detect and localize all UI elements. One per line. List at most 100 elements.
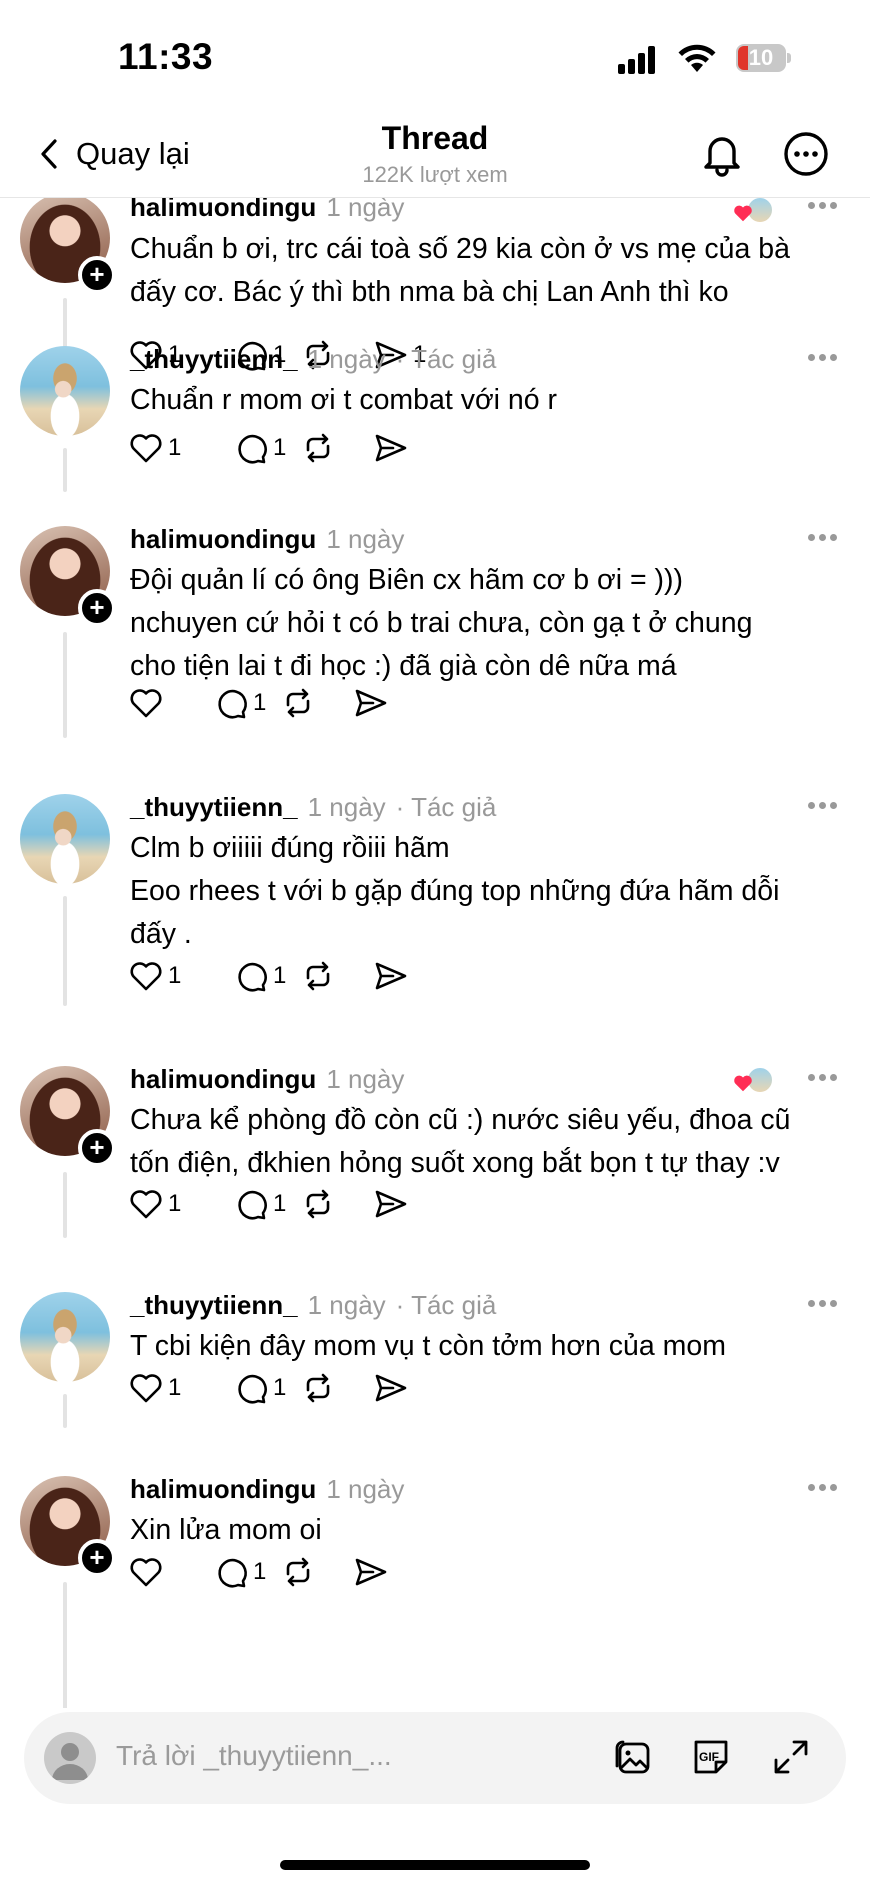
- post-text-line: T cbi kiện đây mom vụ t còn tởm hơn của …: [130, 1330, 726, 1362]
- like-button[interactable]: [128, 1552, 168, 1592]
- username[interactable]: halimuondingu: [130, 198, 316, 223]
- follow-button[interactable]: +: [78, 1129, 116, 1167]
- like-button[interactable]: 1: [128, 428, 181, 468]
- follow-button[interactable]: +: [78, 256, 116, 294]
- user-avatar-icon: [44, 1732, 96, 1784]
- repost-icon: [306, 1373, 330, 1403]
- username[interactable]: _thuyytiienn_: [130, 1290, 298, 1321]
- thread-header: Quay lại Thread 122K lượt xem: [0, 110, 870, 198]
- reply-count: 1: [273, 434, 287, 461]
- author-tag: · Tác giả: [395, 344, 497, 374]
- like-button[interactable]: 1: [128, 1184, 181, 1224]
- thread-connector: [63, 1394, 67, 1428]
- more-icon[interactable]: [808, 354, 838, 364]
- reply-button[interactable]: 1: [233, 1368, 286, 1408]
- reply-post: _thuyytiienn_ 1 ngày · Tác giả Clm b ơii…: [0, 776, 870, 1011]
- username[interactable]: halimuondingu: [130, 1474, 316, 1505]
- thread-connector: [63, 896, 67, 1006]
- thread-connector: [63, 1172, 67, 1238]
- post-text: Chưa kể phòng đồ còn cũ :) nước siêu yếu…: [130, 1099, 791, 1185]
- username[interactable]: _thuyytiienn_: [130, 792, 298, 823]
- post-text-line: cho tiện lai t đi học :) đã già còn dê n…: [130, 650, 677, 682]
- share-button[interactable]: [373, 956, 409, 996]
- follow-button[interactable]: +: [78, 1539, 116, 1577]
- share-button[interactable]: [373, 428, 409, 468]
- timestamp: 1 ngày: [326, 524, 405, 554]
- repost-button[interactable]: [300, 428, 336, 468]
- post-text: T cbi kiện đây mom vụ t còn tởm hơn của …: [130, 1325, 726, 1368]
- thread-connector: [63, 632, 67, 738]
- repost-button[interactable]: [280, 683, 316, 723]
- like-button[interactable]: [128, 683, 168, 723]
- post-actions: 1 1: [128, 1184, 488, 1224]
- reply-button[interactable]: 1: [213, 1552, 266, 1592]
- post-meta: _thuyytiienn_ 1 ngày · Tác giả: [130, 1290, 496, 1324]
- post-meta: halimuondingu 1 ngày: [130, 1474, 404, 1508]
- send-icon: [355, 1558, 387, 1586]
- username[interactable]: halimuondingu: [130, 524, 316, 555]
- follow-button[interactable]: +: [78, 589, 116, 627]
- repost-button[interactable]: [300, 1184, 336, 1224]
- repost-button[interactable]: [300, 1368, 336, 1408]
- repost-button[interactable]: [300, 956, 336, 996]
- comment-icon: [238, 962, 267, 992]
- status-time: 11:33: [118, 36, 214, 77]
- post-text-line: Xin lửa mom oi: [130, 1514, 322, 1546]
- share-button[interactable]: [353, 683, 389, 723]
- avatar[interactable]: [20, 1292, 110, 1382]
- reply-button[interactable]: 1: [233, 956, 286, 996]
- more-icon[interactable]: [808, 1074, 838, 1084]
- like-count: 1: [168, 1374, 182, 1401]
- more-icon[interactable]: [808, 802, 838, 812]
- post-text-line: Clm b ơiiiii đúng rồiii hãm: [130, 832, 450, 864]
- liked-by-author-icon: [732, 1066, 780, 1100]
- avatar[interactable]: [20, 794, 110, 884]
- post-meta: _thuyytiienn_ 1 ngày · Tác giả: [130, 344, 496, 378]
- expand-icon[interactable]: [768, 1734, 814, 1780]
- post-text: Clm b ơiiiii đúng rồiii hãm Eoo rhees t …: [130, 827, 779, 956]
- reply-button[interactable]: 1: [233, 1184, 286, 1224]
- heart-icon: [130, 434, 162, 463]
- repost-icon: [286, 688, 310, 718]
- heart-icon: [130, 1190, 162, 1219]
- heart-icon: [130, 962, 162, 991]
- username[interactable]: _thuyytiienn_: [130, 344, 298, 375]
- bell-icon[interactable]: [698, 130, 746, 178]
- like-count: 1: [168, 962, 182, 989]
- post-meta: halimuondingu 1 ngày: [130, 1064, 404, 1098]
- reply-count: 1: [273, 1190, 287, 1217]
- reply-composer: Trả lời _thuyytiienn_... GIF: [0, 1708, 870, 1885]
- timestamp: 1 ngày: [307, 792, 386, 822]
- timestamp: 1 ngày: [326, 1064, 405, 1094]
- more-icon[interactable]: [808, 1300, 838, 1310]
- gif-icon[interactable]: GIF: [688, 1734, 734, 1780]
- more-icon[interactable]: [808, 202, 838, 212]
- post-meta: _thuyytiienn_ 1 ngày · Tác giả: [130, 792, 496, 826]
- reply-button[interactable]: 1: [233, 428, 286, 468]
- battery-level: 10: [748, 45, 774, 70]
- timestamp: 1 ngày: [326, 198, 405, 222]
- more-icon[interactable]: [808, 1484, 838, 1494]
- share-button[interactable]: [353, 1552, 389, 1592]
- more-options-icon[interactable]: [782, 130, 830, 178]
- post-text: Xin lửa mom oi: [130, 1509, 322, 1552]
- send-icon: [355, 689, 387, 717]
- share-button[interactable]: [373, 1184, 409, 1224]
- image-icon[interactable]: [610, 1734, 656, 1780]
- more-icon[interactable]: [808, 534, 838, 544]
- avatar[interactable]: [20, 346, 110, 436]
- reply-button[interactable]: 1: [213, 683, 266, 723]
- post-text-line: nchuyen cứ hỏi t có b trai chưa, còn gạ …: [130, 607, 753, 639]
- author-tag: · Tác giả: [395, 792, 497, 822]
- comment-icon: [218, 689, 247, 719]
- timestamp: 1 ngày: [307, 1290, 386, 1320]
- share-button[interactable]: [373, 1368, 409, 1408]
- repost-icon: [286, 1557, 310, 1587]
- repost-button[interactable]: [280, 1552, 316, 1592]
- author-tag: · Tác giả: [395, 1290, 497, 1320]
- comment-icon: [238, 1190, 267, 1220]
- username[interactable]: halimuondingu: [130, 1064, 316, 1095]
- like-button[interactable]: 1: [128, 1368, 181, 1408]
- reply-input[interactable]: Trả lời _thuyytiienn_... GIF: [24, 1712, 846, 1804]
- like-button[interactable]: 1: [128, 956, 181, 996]
